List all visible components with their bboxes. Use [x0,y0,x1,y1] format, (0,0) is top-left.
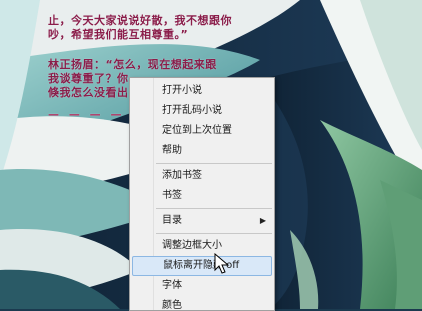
menu-item-label: 字体 [162,280,182,291]
menu-item-label: 添加书签 [162,170,202,181]
menu-item-open-garbled-novel[interactable]: 打开乱码小说 [132,101,272,121]
menu-item-font[interactable]: 字体 [132,276,272,296]
menu-item-bookmarks[interactable]: 书签 [132,186,272,206]
menu-separator [156,163,272,164]
mouse-pointer-icon [214,253,230,274]
novel-line: 吵，希望我们能互相尊重。” [48,28,189,41]
menu-item-label: 定位到上次位置 [162,125,232,136]
menu-item-hide-on-mouse-leave[interactable]: 鼠标离开隐藏 off [132,256,272,276]
menu-item-label: 帮助 [162,145,182,156]
menu-separator [156,233,272,234]
menu-item-add-bookmark[interactable]: 添加书签 [132,166,272,186]
menu-item-open-novel[interactable]: 打开小说 [132,81,272,101]
menu-item-adjust-border-size[interactable]: 调整边框大小 [132,236,272,256]
novel-line: 林正扬眉：“怎么，现在想起来跟 [48,58,217,71]
menu-item-goto-last-position[interactable]: 定位到上次位置 [132,121,272,141]
menu-item-label: 目录 [162,215,182,226]
menu-item-contents[interactable]: 目录 ▶ [132,211,272,231]
menu-item-label: 调整边框大小 [162,240,222,251]
menu-item-label: 颜色 [162,300,182,311]
menu-item-label: 打开乱码小说 [162,105,222,116]
menu-separator [156,208,272,209]
menu-item-help[interactable]: 帮助 [132,141,272,161]
chevron-right-icon: ▶ [259,216,266,225]
menu-item-label: 书签 [162,190,182,201]
novel-line: 止，今天大家说说好散，我不想跟你 [48,14,232,27]
context-menu: 打开小说 打开乱码小说 定位到上次位置 帮助 添加书签 书签 目录 ▶ 调整边框… [129,77,275,311]
menu-item-label: 打开小说 [162,85,202,96]
